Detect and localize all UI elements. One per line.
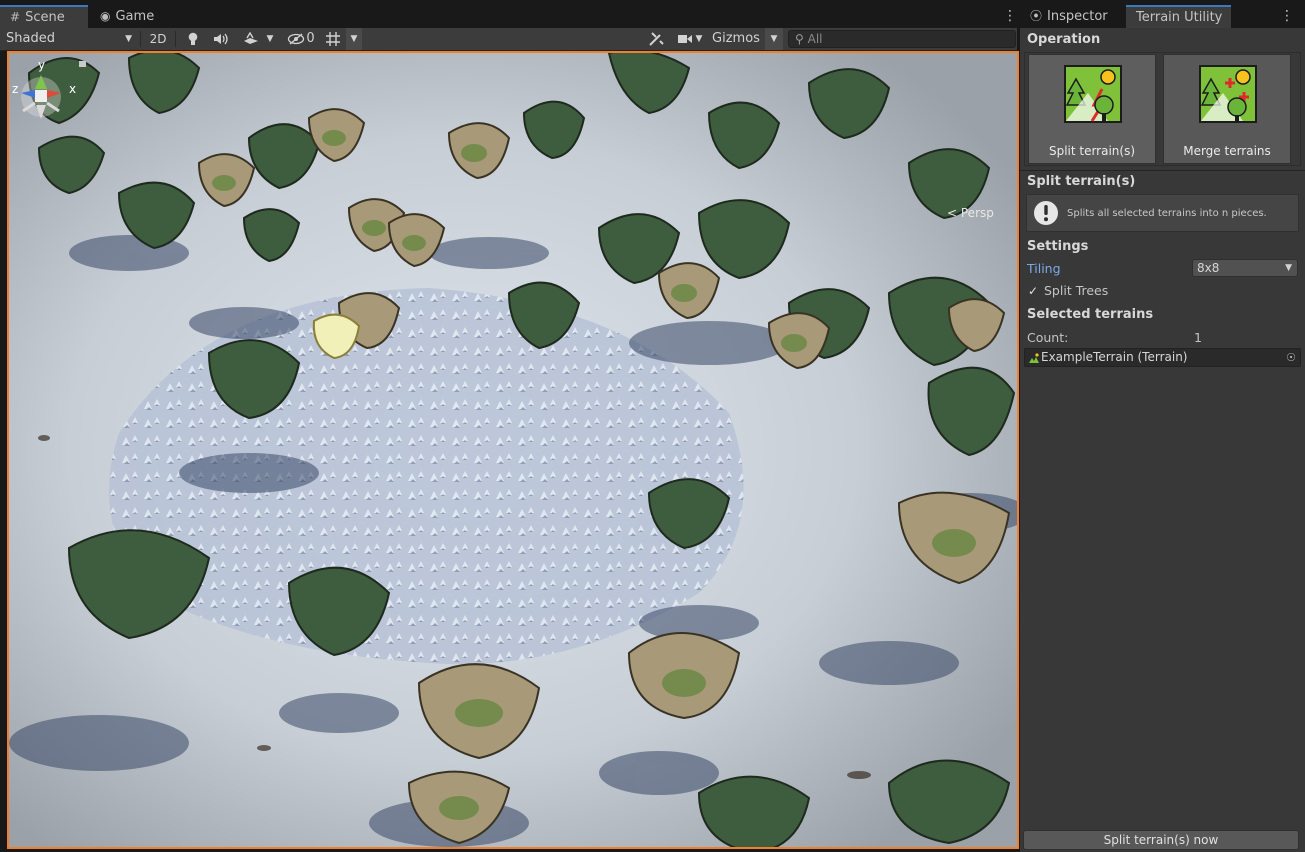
operation-heading: Operation <box>1027 32 1101 47</box>
split-trees-checkbox[interactable]: ✓ <box>1027 284 1039 298</box>
split-terrain-icon <box>1064 65 1122 123</box>
chevron-down-icon: ▼ <box>266 34 274 44</box>
selected-terrains-heading: Selected terrains <box>1027 307 1154 322</box>
tools-button[interactable] <box>645 28 667 50</box>
terrain-field-label: ExampleTerrain (Terrain) <box>1041 350 1188 364</box>
tab-scene-label: Scene <box>25 10 65 25</box>
axis-y-label: y <box>38 58 45 72</box>
info-icon: ⦿ <box>1030 9 1043 23</box>
speaker-icon <box>214 33 228 45</box>
scene-toolbar: Shaded ▼ 2D ▼ 0 ▼ ▼ Gizmos ▼ ⚲ All <box>0 28 1017 51</box>
help-box: Splits all selected terrains into n piec… <box>1026 194 1299 232</box>
chevron-down-icon: ▼ <box>125 34 132 44</box>
draw-mode-dropdown[interactable]: Shaded ▼ <box>6 28 136 50</box>
orientation-gizmo[interactable]: y z x <box>9 53 87 163</box>
scene-menu-icon[interactable]: ⋮ <box>1003 8 1017 24</box>
grid-dropdown[interactable]: ▼ <box>322 28 366 50</box>
object-picker-icon[interactable]: ☉ <box>1286 349 1296 366</box>
scene-visibility-toggle[interactable]: 0 <box>284 28 318 50</box>
search-placeholder: All <box>807 32 823 46</box>
gamepad-icon: ◉ <box>100 9 111 23</box>
tiling-label: Tiling <box>1027 261 1061 276</box>
scene-viewport[interactable]: y z x < Persp <box>7 51 1019 849</box>
chevron-down-icon: ▼ <box>770 34 778 44</box>
gizmos-button[interactable]: Gizmos <box>710 28 762 50</box>
split-terrain-button[interactable]: Split terrain(s) <box>1028 54 1156 164</box>
count-label: Count: <box>1027 330 1069 345</box>
search-icon: ⚲ <box>795 32 804 46</box>
merge-terrains-icon <box>1199 65 1257 123</box>
scene-tab-bar: # Scene ◉ Game ⋮ <box>0 0 1017 28</box>
scene-search-input[interactable]: ⚲ All <box>788 30 1016 48</box>
axis-x-label: x <box>69 82 76 96</box>
divider <box>1020 170 1305 171</box>
audio-toggle[interactable] <box>208 28 234 50</box>
draw-mode-label: Shaded <box>6 31 55 46</box>
inspector-tab-bar: ⦿ Inspector Terrain Utility ⋮ <box>1020 0 1305 28</box>
split-terrain-now-button[interactable]: Split terrain(s) now <box>1023 830 1299 850</box>
persp-text: Persp <box>960 206 994 220</box>
help-text: Splits all selected terrains into n piec… <box>1067 207 1267 219</box>
divider <box>140 31 141 47</box>
terrain-render <box>9 53 1017 847</box>
chevron-down-icon: ▼ <box>695 34 703 44</box>
chevron-down-icon: ▼ <box>346 28 362 50</box>
divider <box>175 31 176 47</box>
grid-snap-icon <box>326 32 340 46</box>
tab-terrain-utility-label: Terrain Utility <box>1136 10 1223 25</box>
split-terrain-label: Split terrain(s) <box>1048 144 1136 158</box>
tiling-dropdown[interactable]: 8x8 ▼ <box>1192 259 1298 277</box>
merge-terrains-label: Merge terrains <box>1183 144 1271 158</box>
split-terrain-now-label: Split terrain(s) now <box>1103 833 1219 847</box>
tab-inspector-label: Inspector <box>1047 9 1108 24</box>
info-icon <box>1034 201 1058 225</box>
gizmos-dropdown[interactable]: ▼ <box>765 28 783 50</box>
lighting-toggle[interactable] <box>180 28 206 50</box>
camera-icon <box>677 35 692 43</box>
terrain-object-field[interactable]: ExampleTerrain (Terrain) ☉ <box>1024 348 1301 367</box>
toggle-2d-label: 2D <box>149 32 167 46</box>
settings-heading: Settings <box>1027 239 1089 254</box>
tab-scene[interactable]: # Scene <box>0 5 88 28</box>
gizmos-label: Gizmos <box>712 31 760 46</box>
merge-terrains-button[interactable]: Merge terrains <box>1163 54 1291 164</box>
split-trees-row: ✓ Split Trees <box>1027 283 1108 298</box>
effects-icon <box>243 32 258 44</box>
tools-icon <box>649 32 664 46</box>
tiling-value: 8x8 <box>1197 261 1220 275</box>
chevron-down-icon: ▼ <box>1285 263 1292 273</box>
tab-game-label: Game <box>115 9 155 24</box>
count-value: 1 <box>1194 330 1202 345</box>
tab-game[interactable]: ◉ Game <box>90 6 170 27</box>
camera-dropdown[interactable]: ▼ <box>674 28 706 50</box>
effects-dropdown[interactable]: ▼ <box>238 28 278 50</box>
toggle-2d-button[interactable]: 2D <box>145 28 171 50</box>
split-trees-label: Split Trees <box>1044 283 1109 298</box>
inspector-menu-icon[interactable]: ⋮ <box>1280 8 1294 24</box>
camera-mode-label[interactable]: < Persp <box>947 206 994 220</box>
tab-terrain-utility[interactable]: Terrain Utility <box>1126 5 1231 28</box>
grid-icon: # <box>10 10 21 24</box>
hidden-count: 0 <box>306 31 315 46</box>
tab-inspector[interactable]: ⦿ Inspector <box>1020 6 1124 27</box>
hidden-eye-icon <box>288 33 305 45</box>
terrain-utility-panel: Operation Split terrain(s) Merge terrain… <box>1020 28 1305 852</box>
split-terrain-heading: Split terrain(s) <box>1027 174 1136 189</box>
terrain-icon <box>1029 353 1039 363</box>
axis-z-label: z <box>12 82 18 96</box>
lightbulb-icon <box>188 32 198 45</box>
